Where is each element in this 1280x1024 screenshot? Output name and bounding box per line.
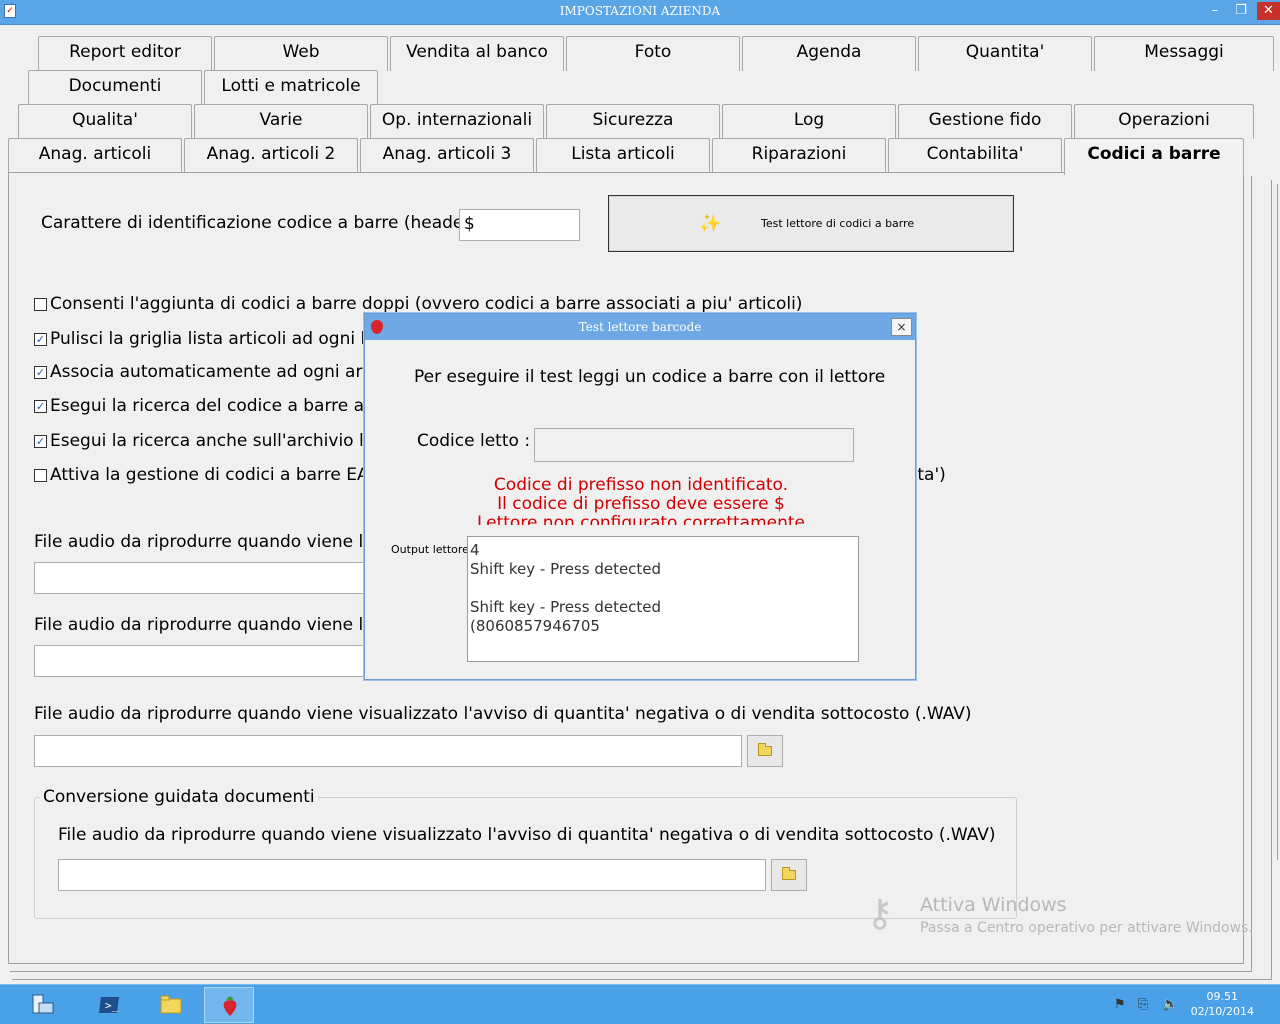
watermark-line1: Attiva Windows [920, 894, 1067, 916]
tray-speaker-icon[interactable]: 🔈 [1162, 997, 1178, 1012]
test-barcode-dialog[interactable]: Test lettore barcode × Per eseguire il t… [364, 313, 916, 680]
checkbox-clear-grid[interactable]: ✓ [34, 333, 47, 346]
tab-anag-articoli-2[interactable]: Anag. articoli 2 [184, 138, 358, 173]
checkbox-allow-duplicates[interactable] [34, 298, 47, 311]
taskbar-powershell[interactable]: >_ [84, 987, 134, 1023]
checkbox-label: Pulisci la griglia lista articoli ad ogn… [50, 329, 400, 349]
explorer-icon [160, 995, 182, 1014]
magic-wand-icon: ✨ [699, 213, 722, 234]
tab-sicurezza[interactable]: Sicurezza [546, 104, 720, 139]
server-manager-icon [32, 994, 54, 1014]
tab-gestione-fido[interactable]: Gestione fido [898, 104, 1072, 139]
checkbox-label: Esegui la ricerca anche sull'archivio lo… [50, 431, 398, 451]
dialog-titlebar[interactable]: Test lettore barcode × [365, 314, 915, 340]
checkbox-search-lots[interactable]: ✓ [34, 435, 47, 448]
taskbar-strawberry-app[interactable] [204, 987, 254, 1023]
tab-anag-articoli-3[interactable]: Anag. articoli 3 [360, 138, 534, 173]
clock-time: 09.51 [1206, 990, 1239, 1003]
code-read-field[interactable] [534, 428, 854, 462]
output-label: Output lettore : [391, 543, 477, 556]
tab-messaggi[interactable]: Messaggi [1094, 36, 1274, 71]
audio1-label: File audio da riprodurre quando viene le… [34, 532, 398, 552]
dialog-title: Test lettore barcode [578, 320, 702, 334]
checkbox-label: Attiva la gestione di codici a barre EAN… [50, 465, 397, 485]
window-titlebar[interactable]: ✓ IMPOSTAZIONI AZIENDA – ❐ ✕ [0, 0, 1280, 25]
tab-contabilita[interactable]: Contabilita' [888, 138, 1062, 173]
taskbar-server-manager[interactable] [18, 987, 68, 1023]
tab-anag-articoli[interactable]: Anag. articoli [8, 138, 182, 173]
tab-lista-articoli[interactable]: Lista articoli [536, 138, 710, 173]
minimize-button[interactable]: – [1203, 2, 1227, 20]
audio3-input[interactable] [34, 735, 742, 767]
tab-op-internazionali[interactable]: Op. internazionali [370, 104, 544, 139]
close-button[interactable]: ✕ [1257, 2, 1280, 20]
tab-operazioni[interactable]: Operazioni [1074, 104, 1254, 139]
restore-button[interactable]: ❐ [1229, 2, 1253, 20]
browse-group-audio-button[interactable] [771, 859, 807, 891]
watermark-line2: Passa a Centro operativo per attivare Wi… [920, 920, 1253, 936]
tab-documenti[interactable]: Documenti [28, 70, 202, 105]
svg-text:>_: >_ [105, 999, 119, 1012]
checkbox-search-barcode[interactable]: ✓ [34, 400, 47, 413]
test-button-label: Test lettore di codici a barre [761, 217, 915, 230]
key-icon: ⚷ [866, 891, 894, 935]
reader-output-textarea[interactable]: 4 Shift key - Press detected Shift key -… [467, 536, 859, 662]
tab-codici-a-barre[interactable]: Codici a barre [1064, 138, 1244, 175]
checkbox-label: Associa automaticamente ad ogni artico [50, 362, 394, 382]
header-char-input[interactable]: $ [459, 209, 580, 241]
browse-audio3-button[interactable] [747, 735, 783, 767]
clock-date: 02/10/2014 [1190, 1005, 1254, 1018]
taskbar: >_ ⚑ ⎘ 🔈 09.51 02/10/2014 [0, 984, 1280, 1024]
conversion-group-title: Conversione guidata documenti [40, 787, 318, 807]
header-char-label: Carattere di identificazione codice a ba… [41, 213, 489, 233]
audio3-label: File audio da riprodurre quando viene vi… [34, 704, 972, 724]
checkbox-label: Esegui la ricerca del codice a barre anc… [50, 396, 395, 416]
tab-quantita[interactable]: Quantita' [918, 36, 1092, 71]
error-prefix-not-identified: Codice di prefisso non identificato. [493, 475, 789, 495]
group-audio-input[interactable] [58, 859, 766, 891]
tray-network-icon[interactable]: ⚑ [1114, 997, 1126, 1012]
checkbox-auto-associate[interactable]: ✓ [34, 366, 47, 379]
test-barcode-reader-button[interactable]: ✨ Test lettore di codici a barre [608, 195, 1014, 252]
window-title: IMPOSTAZIONI AZIENDA [559, 4, 721, 18]
audio2-input[interactable] [34, 645, 374, 677]
strawberry-app-icon [223, 996, 237, 1016]
checkbox-label: Consenti l'aggiunta di codici a barre do… [50, 294, 803, 314]
group-audio-label: File audio da riprodurre quando viene vi… [58, 825, 996, 845]
tab-riparazioni[interactable]: Riparazioni [712, 138, 886, 173]
error-reader-not-configured: Lettore non configurato correttamente [476, 513, 806, 525]
tab-lotti-e-matricole[interactable]: Lotti e matricole [204, 70, 378, 105]
code-read-label: Codice letto : [417, 431, 531, 451]
taskbar-clock[interactable]: 09.51 02/10/2014 [1191, 989, 1254, 1019]
taskbar-explorer[interactable] [146, 987, 196, 1023]
audio2-label: File audio da riprodurre quando viene le… [34, 615, 398, 635]
tab-web[interactable]: Web [214, 36, 388, 71]
tab-foto[interactable]: Foto [566, 36, 740, 71]
audio1-input[interactable] [34, 562, 374, 594]
tab-agenda[interactable]: Agenda [742, 36, 916, 71]
tab-vendita-al-banco[interactable]: Vendita al banco [390, 36, 564, 71]
powershell-icon: >_ [99, 997, 119, 1013]
dialog-close-button[interactable]: × [891, 318, 912, 336]
tab-qualita[interactable]: Qualita' [18, 104, 192, 139]
folder-icon [758, 743, 772, 756]
tray-flag-icon[interactable]: ⎘ [1138, 997, 1148, 1012]
folder-icon [782, 867, 796, 880]
tab-log[interactable]: Log [722, 104, 896, 139]
tab-varie[interactable]: Varie [194, 104, 368, 139]
error-prefix-required: Il codice di prefisso deve essere $ [497, 494, 785, 514]
dialog-instruction: Per eseguire il test leggi un codice a b… [414, 367, 886, 387]
checkbox-ean-management[interactable] [34, 469, 47, 482]
tab-report-editor[interactable]: Report editor [38, 36, 212, 71]
